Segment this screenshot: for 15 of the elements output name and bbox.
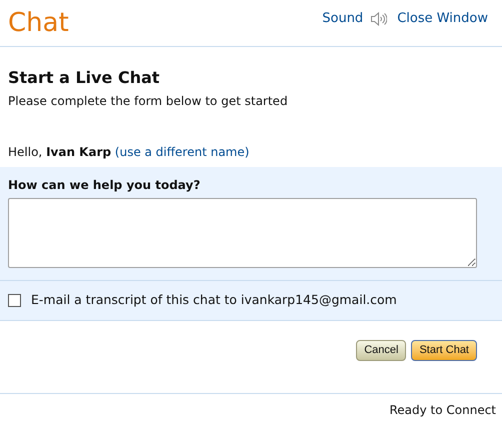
page-title: Chat [8,10,69,36]
greeting-text: Hello, Ivan Karp (use a different name) [8,144,250,161]
transcript-label: E-mail a transcript of this chat to ivankarp145@gmail.com [31,291,397,310]
question-label: How can we help you today? [8,177,202,194]
section-heading: Start a Live Chat [8,68,161,88]
message-field[interactable] [8,198,477,268]
change-name-link[interactable]: (use a different name) [114,145,250,159]
close-window-link[interactable]: Close Window [397,9,488,28]
status-text: Ready to Connect [389,402,496,419]
subtitle-text: Please complete the form below to get started [8,93,289,110]
transcript-checkbox[interactable] [8,294,21,307]
sound-link[interactable]: Sound [322,9,364,28]
start-chat-button[interactable]: Start Chat [411,340,477,361]
cancel-button[interactable]: Cancel [356,340,406,361]
speaker-icon[interactable] [370,12,388,26]
